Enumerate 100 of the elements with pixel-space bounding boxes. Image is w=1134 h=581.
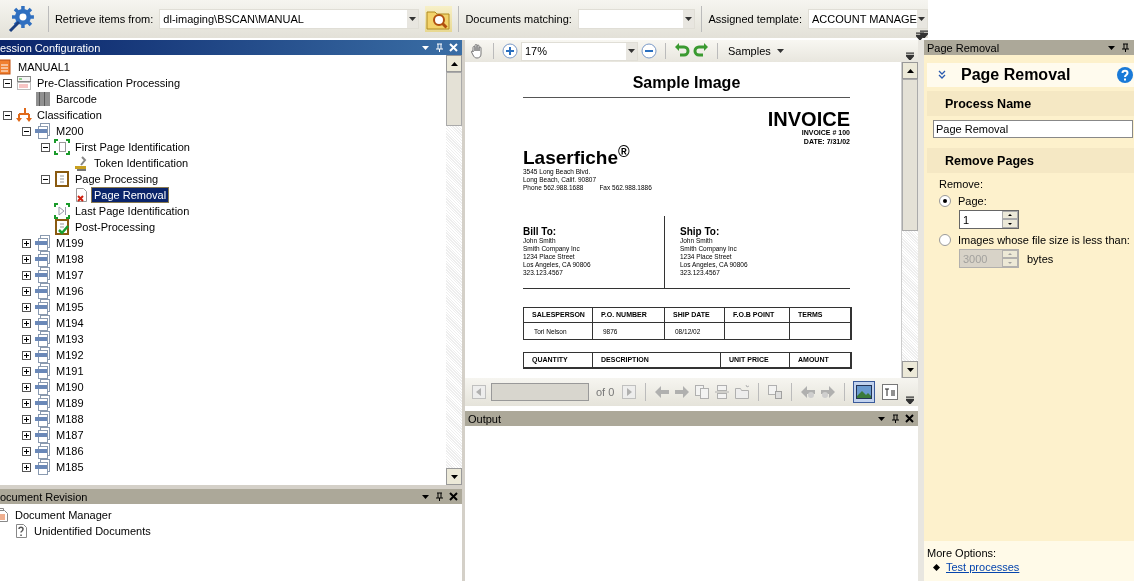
help-icon[interactable] (1117, 67, 1133, 83)
expander-icon[interactable] (22, 350, 31, 360)
toolbar-overflow-icon[interactable] (906, 396, 914, 404)
expander-icon[interactable] (22, 254, 31, 264)
expander-icon[interactable] (22, 286, 31, 296)
template-label: Assigned template: (708, 13, 802, 25)
rotate-right-icon[interactable] (693, 43, 709, 59)
tree-item[interactable]: M197 (54, 268, 86, 282)
tree-item[interactable]: M195 (54, 300, 86, 314)
tree-item[interactable]: M189 (54, 396, 86, 410)
expander-icon[interactable] (22, 318, 31, 328)
tree-item[interactable]: M196 (54, 284, 86, 298)
tree-item[interactable]: Token Identification (92, 156, 191, 170)
option-label: Images whose file size is less than: (958, 234, 1130, 246)
dropdown-icon[interactable] (1107, 43, 1116, 52)
expander-icon[interactable] (22, 126, 31, 136)
rotate-left-icon[interactable] (674, 43, 690, 59)
ship-to-heading: Ship To: (680, 226, 721, 238)
process-name-field[interactable]: Page Removal (933, 120, 1133, 138)
tree-item[interactable]: M198 (54, 252, 86, 266)
settings-icon[interactable] (8, 5, 36, 33)
up-arrow-icon[interactable] (450, 61, 458, 66)
hand-icon[interactable] (469, 43, 485, 59)
tree-item[interactable]: Pre-Classification Processing (35, 76, 183, 90)
page-stack-icon (35, 459, 51, 475)
expander-icon[interactable] (41, 142, 50, 152)
zoom-in-icon[interactable] (502, 43, 518, 59)
location-combo[interactable]: dl-imaging\BSCAN\MANUAL (159, 9, 419, 29)
tree-item[interactable]: Barcode (54, 92, 99, 106)
scrollbar-thumb[interactable] (446, 72, 462, 126)
image-view-button[interactable] (853, 381, 876, 403)
tree-item[interactable]: M194 (54, 316, 86, 330)
expander-icon[interactable] (22, 366, 31, 376)
scrollbar[interactable] (901, 62, 918, 378)
dropdown-icon[interactable] (421, 43, 430, 52)
caret-icon (918, 17, 926, 21)
toolbar-overflow-icon[interactable] (906, 52, 914, 60)
samples-menu-button[interactable]: Samples (726, 45, 786, 57)
collapse-icon[interactable] (916, 32, 924, 40)
tree-item[interactable]: M193 (54, 332, 86, 346)
expander-icon[interactable] (22, 238, 31, 248)
up-arrow-icon[interactable] (906, 68, 914, 73)
pin-icon[interactable] (891, 414, 900, 423)
number-spinner[interactable]: 1 (959, 210, 1019, 229)
expander-icon[interactable] (22, 398, 31, 408)
scrollbar-thumb[interactable] (902, 79, 918, 231)
tree-item[interactable]: M191 (54, 364, 86, 378)
dropdown-icon[interactable] (421, 492, 430, 501)
pin-icon[interactable] (435, 492, 444, 501)
tree-item[interactable]: Document Manager (13, 508, 114, 522)
page-stack-icon (35, 411, 51, 427)
folder-search-button[interactable] (424, 6, 453, 32)
close-icon[interactable] (449, 492, 458, 501)
dropdown-icon[interactable] (877, 414, 886, 423)
pin-icon[interactable] (1121, 43, 1130, 52)
page-count: of 0 (596, 386, 615, 398)
tree-item[interactable]: M188 (54, 412, 86, 426)
more-options-label: More Options: (927, 547, 998, 559)
tree-item[interactable]: M190 (54, 380, 86, 394)
tree-item[interactable]: Post-Processing (73, 220, 158, 234)
expander-icon[interactable] (22, 334, 31, 344)
expander-icon[interactable] (41, 174, 50, 184)
down-arrow-icon[interactable] (906, 367, 914, 372)
expander-icon[interactable] (3, 78, 12, 88)
down-arrow-icon[interactable] (450, 474, 458, 479)
page-number-field[interactable] (491, 383, 589, 401)
radio-button[interactable] (939, 195, 951, 207)
expander-icon[interactable] (22, 270, 31, 280)
expander-icon[interactable] (22, 462, 31, 472)
close-icon[interactable] (905, 414, 914, 423)
option-label: Page: (958, 195, 987, 207)
expander-icon[interactable] (22, 446, 31, 456)
expander-icon[interactable] (22, 430, 31, 440)
page-stack-icon (35, 363, 51, 379)
template-combo[interactable]: ACCOUNT MANAGE (808, 9, 928, 29)
tree-item[interactable]: M199 (54, 236, 86, 250)
section-title: Process Name (945, 96, 1032, 111)
double-chevron-icon[interactable] (937, 70, 947, 80)
tree-item[interactable]: M187 (54, 428, 86, 442)
tree-item[interactable]: Page Processing (73, 172, 161, 186)
tree-item[interactable]: Page Removal (92, 188, 169, 202)
expander-icon[interactable] (22, 414, 31, 424)
zoom-out-icon[interactable] (641, 43, 657, 59)
tree-item[interactable]: MANUAL1 (16, 60, 72, 74)
toolbar-overflow-icon[interactable] (920, 30, 928, 38)
tree-item[interactable]: M200 (54, 124, 86, 138)
tree-item[interactable]: M185 (54, 460, 86, 474)
radio-button[interactable] (939, 234, 951, 246)
tree-item[interactable]: M192 (54, 348, 86, 362)
tree-item[interactable]: Unidentified Documents (32, 524, 153, 538)
tree-item[interactable]: First Page Identification (73, 140, 192, 154)
tree-item[interactable]: Classification (35, 108, 104, 122)
tree-item[interactable]: Last Page Identification (73, 204, 192, 218)
option-link[interactable]: Test processes (946, 561, 1020, 573)
expander-icon[interactable] (22, 302, 31, 312)
expander-icon[interactable] (22, 382, 31, 392)
tree-item[interactable]: M186 (54, 444, 86, 458)
expander-icon[interactable] (3, 110, 12, 120)
zoom-combo[interactable]: 17% (521, 41, 638, 61)
scrollbar[interactable] (446, 55, 462, 485)
